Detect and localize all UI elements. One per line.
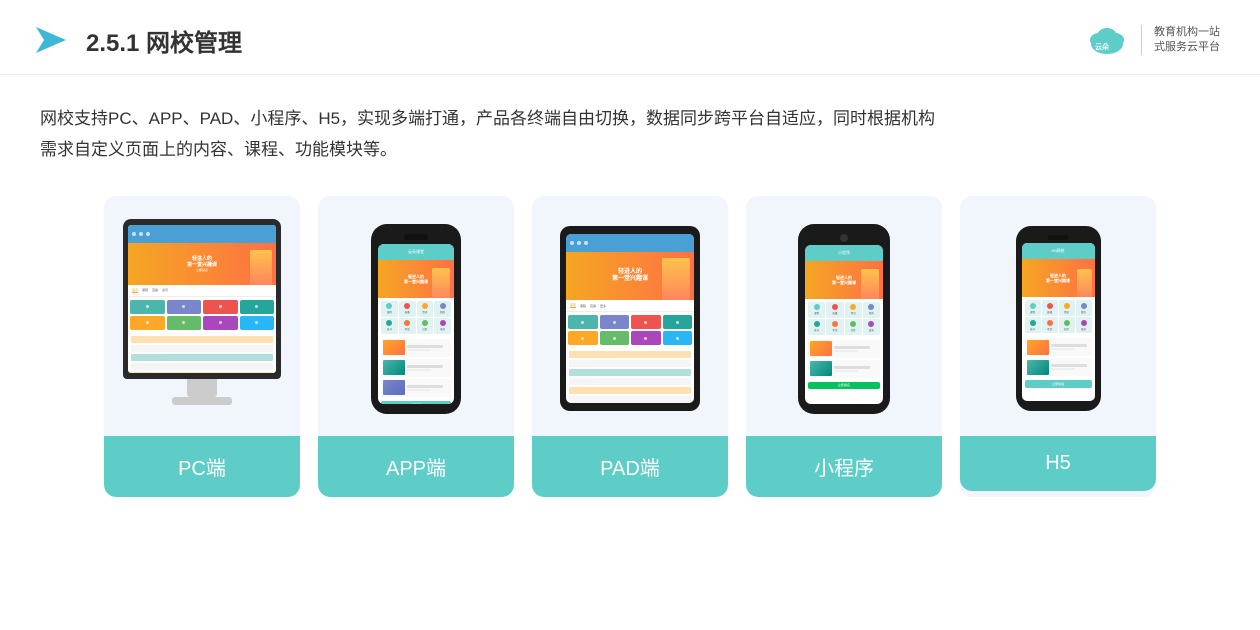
card-pad-image: 轻进人的第一堂兴趣课 首页 课程 直播 更多: [532, 196, 728, 436]
brand-text: 教育机构一站 式服务云平台: [1154, 25, 1220, 56]
brand-divider: [1141, 25, 1142, 55]
card-h5-image: H5网校 轻进人的第一堂兴趣课 课程 直播 资讯 我的: [960, 196, 1156, 436]
page-title: 2.5.1 网校管理: [86, 23, 242, 58]
header: 2.5.1 网校管理 云朵 教育机构一站 式服务云平台: [0, 0, 1260, 75]
card-miniprogram-label: 小程序: [746, 436, 942, 497]
cards-section: 轻进人的第一堂兴趣课 立即报名 首页 课程 直播 资讯: [0, 176, 1260, 517]
brand-cloud-icon: 云朵: [1085, 18, 1129, 62]
miniprogram-phone: 小程序 轻进人的第一堂兴趣课 课程 直播 资讯 我的: [798, 224, 890, 414]
card-pad: 轻进人的第一堂兴趣课 首页 课程 直播 更多: [532, 196, 728, 497]
card-pc: 轻进人的第一堂兴趣课 立即报名 首页 课程 直播 资讯: [104, 196, 300, 497]
card-app-label: APP端: [318, 436, 514, 497]
app-phone: 云朵课堂 轻进人的第一堂兴趣课 课程 直播 资讯 我的: [371, 224, 461, 414]
card-pad-label: PAD端: [532, 436, 728, 497]
card-h5: H5网校 轻进人的第一堂兴趣课 课程 直播 资讯 我的: [960, 196, 1156, 497]
header-right: 云朵 教育机构一站 式服务云平台: [1085, 18, 1220, 62]
card-pc-image: 轻进人的第一堂兴趣课 立即报名 首页 课程 直播 资讯: [104, 196, 300, 436]
card-h5-label: H5: [960, 436, 1156, 491]
svg-text:云朵: 云朵: [1095, 42, 1110, 51]
pc-monitor: 轻进人的第一堂兴趣课 立即报名 首页 课程 直播 资讯: [123, 219, 281, 419]
card-miniprogram: 小程序 轻进人的第一堂兴趣课 课程 直播 资讯 我的: [746, 196, 942, 497]
card-app-image: 云朵课堂 轻进人的第一堂兴趣课 课程 直播 资讯 我的: [318, 196, 514, 436]
logo-icon: [30, 19, 72, 61]
card-app: 云朵课堂 轻进人的第一堂兴趣课 课程 直播 资讯 我的: [318, 196, 514, 497]
description: 网校支持PC、APP、PAD、小程序、H5，实现多端打通，产品各终端自由切换，数…: [0, 75, 1260, 176]
card-miniprogram-image: 小程序 轻进人的第一堂兴趣课 课程 直播 资讯 我的: [746, 196, 942, 436]
pad-tablet: 轻进人的第一堂兴趣课 首页 课程 直播 更多: [560, 226, 700, 411]
description-line2: 需求自定义页面上的内容、课程、功能模块等。: [40, 134, 1220, 165]
description-line1: 网校支持PC、APP、PAD、小程序、H5，实现多端打通，产品各终端自由切换，数…: [40, 103, 1220, 134]
page: 2.5.1 网校管理 云朵 教育机构一站 式服务云平台 网校支持PC、APP、P…: [0, 0, 1260, 630]
h5-phone: H5网校 轻进人的第一堂兴趣课 课程 直播 资讯 我的: [1016, 226, 1101, 411]
header-left: 2.5.1 网校管理: [30, 19, 242, 61]
card-pc-label: PC端: [104, 436, 300, 497]
